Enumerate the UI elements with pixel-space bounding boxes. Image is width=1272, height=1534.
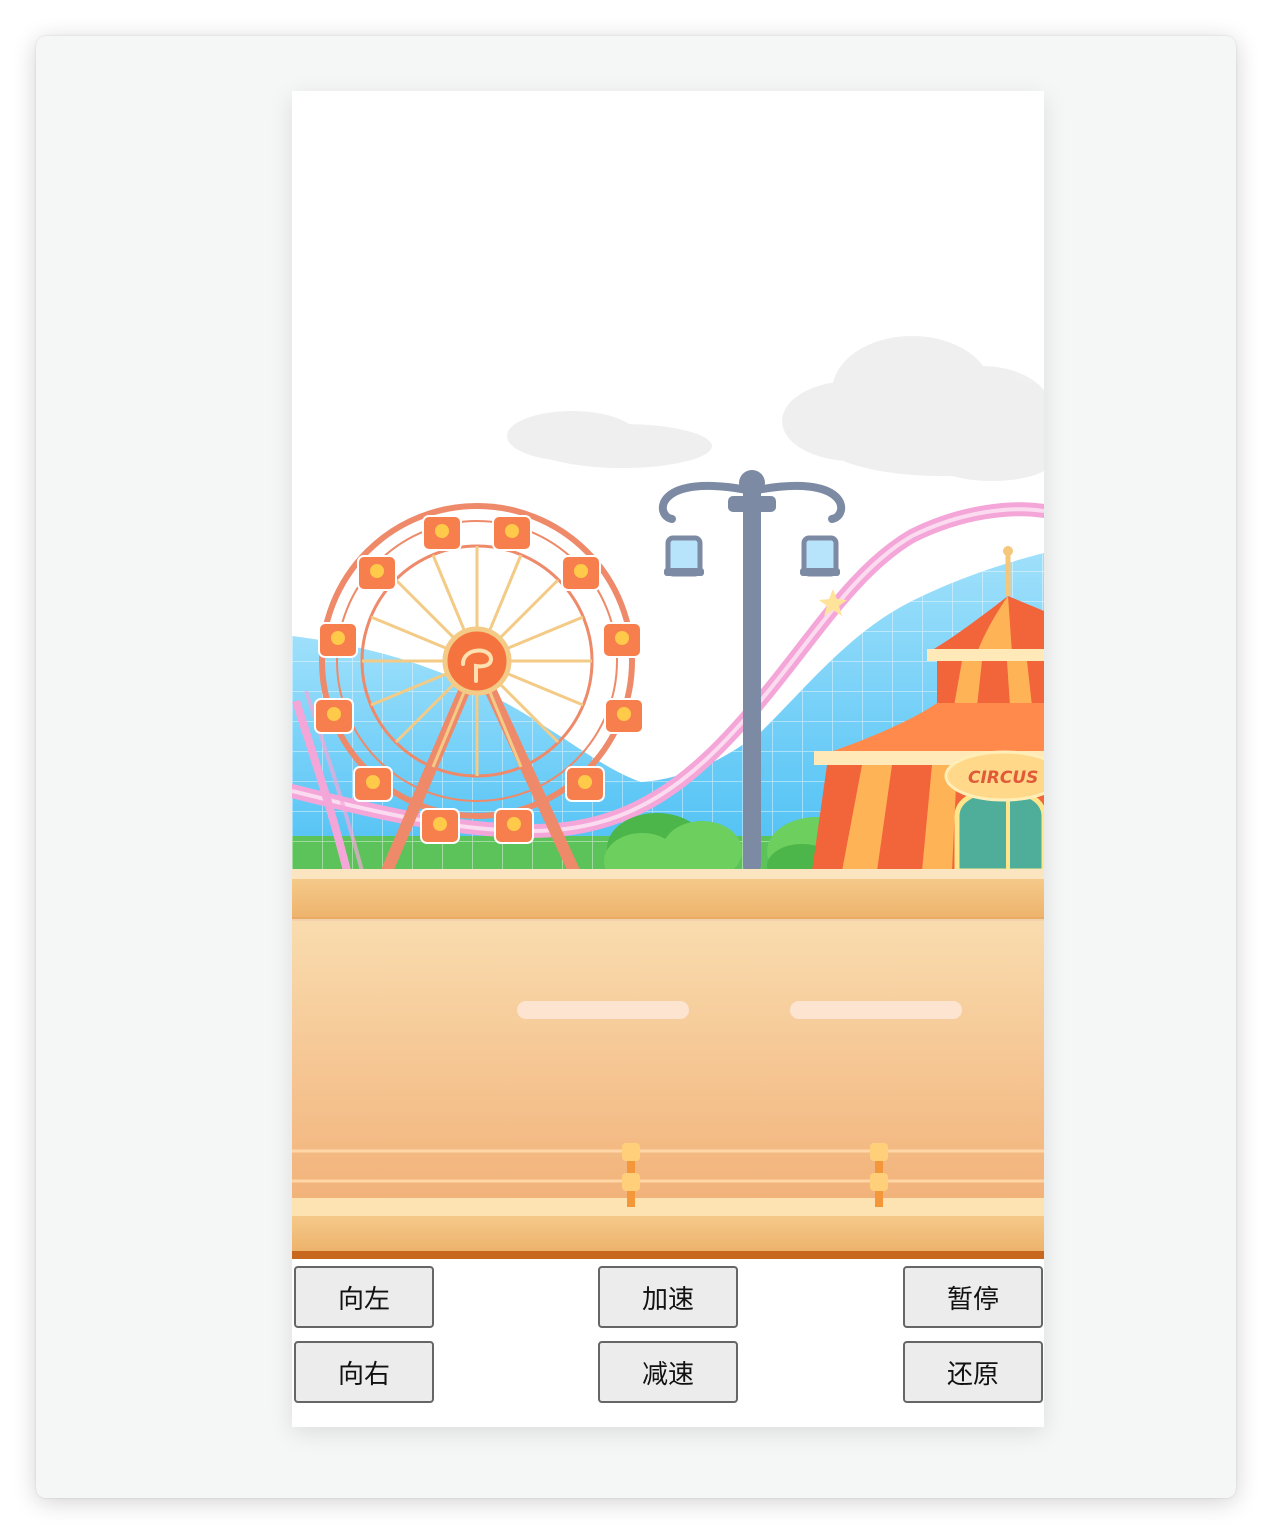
pause-button[interactable]: 暂停 (903, 1266, 1043, 1328)
app-window: CIRCUS 向左 加速 暂停 向右 减速 还原 (36, 36, 1236, 1498)
reset-button[interactable]: 还原 (903, 1341, 1043, 1403)
move-left-button[interactable]: 向左 (294, 1266, 434, 1328)
road (292, 869, 1044, 1259)
phone-viewport: CIRCUS 向左 加速 暂停 向右 减速 还原 (292, 91, 1044, 1427)
move-right-button[interactable]: 向右 (294, 1341, 434, 1403)
circus-sign-text: CIRCUS (968, 768, 1038, 788)
lane-marking (517, 1001, 689, 1019)
accelerate-button[interactable]: 加速 (598, 1266, 738, 1328)
cloud-shapes (507, 336, 1044, 481)
control-panel: 向左 加速 暂停 向右 减速 还原 (292, 1261, 1044, 1427)
decelerate-button[interactable]: 减速 (598, 1341, 738, 1403)
amusement-park-scene: CIRCUS (292, 91, 1044, 1261)
lane-marking (790, 1001, 962, 1019)
